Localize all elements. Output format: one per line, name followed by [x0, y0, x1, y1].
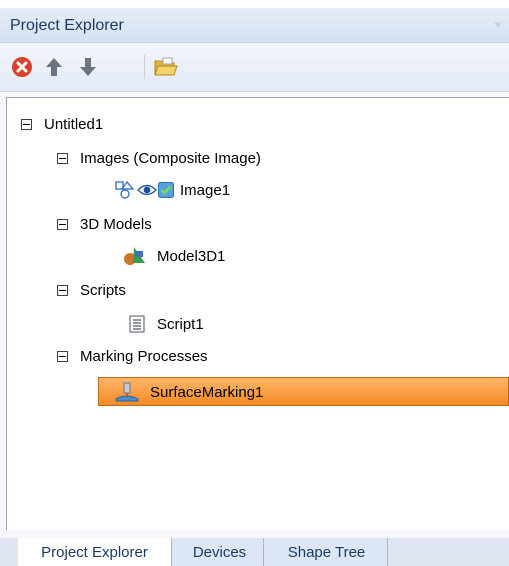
move-up-button[interactable] [40, 53, 68, 81]
tree-label-marking1: SurfaceMarking1 [150, 383, 264, 401]
tree-node-image1[interactable]: Image1 [115, 178, 230, 202]
tree-node-marking1[interactable]: SurfaceMarking1 [114, 380, 263, 404]
arrow-up-icon [46, 58, 62, 76]
collapse-icon[interactable] [57, 284, 68, 296]
tab-devices[interactable]: Devices [176, 538, 264, 566]
tree-label-images: Images (Composite Image) [80, 149, 261, 167]
open-folder-icon [154, 57, 178, 76]
tree-node-models[interactable]: 3D Models [57, 212, 152, 236]
move-down-button[interactable] [74, 53, 102, 81]
panel-title: Project Explorer [10, 17, 124, 34]
tree-node-model1[interactable]: Model3D1 [123, 244, 225, 268]
shape-icon [115, 180, 135, 199]
tree-node-marking[interactable]: Marking Processes [57, 344, 208, 368]
visibility-eye-icon[interactable] [137, 183, 157, 197]
tree-node-root[interactable]: Untitled1 [21, 112, 103, 136]
tree-label-models: 3D Models [80, 215, 152, 233]
toolbar [0, 43, 509, 92]
toolbar-separator [144, 55, 145, 79]
tree-label-script1: Script1 [157, 315, 204, 333]
top-rule [0, 0, 509, 8]
surface-marking-icon [115, 382, 139, 402]
tree-label-scripts: Scripts [80, 281, 126, 299]
tab-project-explorer[interactable]: Project Explorer [18, 538, 172, 566]
project-explorer-panel: Project Explorer ▾ Untitled1 Images (Com… [0, 0, 509, 566]
tree-node-scripts[interactable]: Scripts [57, 278, 126, 302]
tab-shape-tree[interactable]: Shape Tree [266, 538, 388, 566]
3d-model-icon [124, 247, 145, 265]
collapse-icon[interactable] [57, 152, 68, 164]
arrow-down-icon [80, 58, 96, 76]
tree-node-script1[interactable]: Script1 [129, 312, 204, 336]
tree-node-images[interactable]: Images (Composite Image) [57, 146, 261, 170]
open-button[interactable] [152, 53, 180, 81]
pin-icon[interactable]: ▾ [494, 17, 501, 33]
tree-label-model1: Model3D1 [157, 247, 226, 265]
collapse-icon[interactable] [57, 218, 68, 230]
tree-label-image1: Image1 [180, 181, 231, 199]
script-document-icon [129, 315, 145, 333]
collapse-icon[interactable] [57, 350, 68, 362]
collapse-icon[interactable] [21, 118, 32, 130]
tree-label-marking: Marking Processes [80, 347, 208, 365]
project-tree[interactable]: Untitled1 Images (Composite Image) Image… [6, 97, 509, 530]
checkbox-checked-icon[interactable] [158, 182, 174, 198]
panel-titlebar: Project Explorer ▾ [0, 8, 509, 43]
delete-button[interactable] [8, 53, 36, 81]
tree-label-root: Untitled1 [44, 115, 104, 133]
bottom-tab-bar: Project Explorer Devices Shape Tree [0, 538, 509, 566]
delete-icon [12, 57, 32, 77]
